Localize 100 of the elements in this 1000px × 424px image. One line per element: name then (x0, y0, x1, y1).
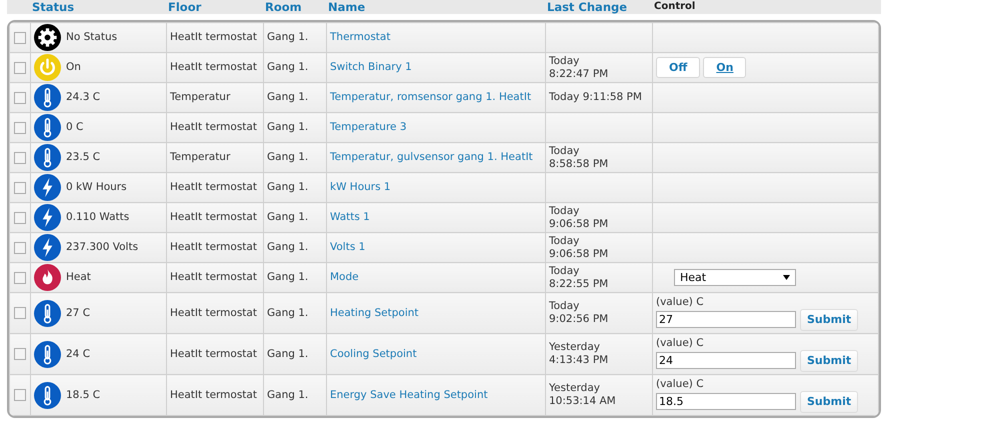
floor-text: HeatIt termostat (170, 306, 257, 318)
column-header: Control (653, 0, 696, 14)
room-text: Gang 1. (267, 211, 308, 223)
submit-button[interactable]: Submit (800, 308, 858, 330)
floor-text: Temperatur (170, 151, 230, 163)
room-text: Gang 1. (267, 388, 308, 400)
status-text: 0 kW Hours (66, 181, 127, 194)
device-link[interactable]: Thermostat (330, 31, 390, 43)
floor-text: HeatIt termostat (170, 31, 257, 43)
caret-icon (783, 275, 790, 280)
switch-button[interactable]: On (703, 57, 746, 78)
floor-text: HeatIt termostat (170, 388, 257, 400)
status-text: Heat (66, 271, 91, 284)
power-icon (34, 54, 61, 81)
lightning-icon (34, 234, 61, 261)
room-text: Gang 1. (267, 241, 308, 253)
timestamp-text: Today (549, 300, 580, 313)
thermometer-icon (34, 84, 61, 111)
thermometer-icon (34, 340, 61, 368)
thermometer-icon (34, 382, 61, 408)
row-checkbox[interactable] (14, 122, 26, 134)
switch-button[interactable]: Off (656, 57, 700, 78)
thermometer-icon (34, 114, 61, 141)
room-text: Gang 1. (267, 151, 308, 163)
floor-text: Temperatur (170, 91, 230, 103)
floor-text: HeatIt termostat (170, 121, 257, 133)
timestamp-text: Yesterday (549, 382, 601, 395)
device-link[interactable]: kW Hours 1 (330, 181, 391, 193)
status-text: 23.5 C (66, 151, 100, 164)
room-text: Gang 1. (267, 121, 308, 133)
room-text: Gang 1. (267, 271, 308, 283)
device-link[interactable]: Mode (330, 271, 359, 283)
row-checkbox[interactable] (14, 307, 26, 319)
room-text: Gang 1. (267, 306, 308, 318)
row-checkbox[interactable] (14, 348, 26, 360)
row-checkbox[interactable] (14, 242, 26, 254)
status-text: 18.5 C (66, 388, 100, 402)
row-checkbox[interactable] (14, 212, 26, 224)
lightning-icon (34, 204, 61, 231)
device-link[interactable]: Volts 1 (330, 241, 366, 253)
floor-text: HeatIt termostat (170, 61, 257, 73)
status-text: 0.110 Watts (66, 211, 130, 224)
row-checkbox[interactable] (14, 32, 26, 44)
floor-text: HeatIt termostat (170, 271, 257, 283)
column-header[interactable]: Room (263, 0, 326, 14)
device-link[interactable]: Temperature 3 (330, 121, 407, 133)
device-link[interactable]: Switch Binary 1 (330, 61, 412, 73)
column-header[interactable]: Floor (166, 0, 263, 14)
status-text: On (66, 61, 81, 74)
field-label: (value) C (656, 378, 705, 390)
floor-text: HeatIt termostat (170, 348, 257, 360)
timestamp-text: 10:53:14 AM (549, 395, 617, 408)
device-link[interactable]: Heating Setpoint (330, 306, 419, 318)
room-text: Gang 1. (267, 31, 308, 43)
status-text: 0 C (66, 121, 84, 134)
gear-icon (34, 24, 61, 51)
flame-icon (34, 264, 61, 291)
column-header[interactable]: Last Change (545, 0, 652, 14)
device-link[interactable]: Cooling Setpoint (330, 348, 417, 360)
timestamp-text: Today (549, 264, 580, 278)
timestamp-text: Today (549, 234, 580, 248)
timestamp-text: 9:06:58 PM (549, 218, 610, 230)
submit-button[interactable]: Submit (800, 390, 858, 412)
row-checkbox[interactable] (14, 62, 26, 74)
thermometer-icon (34, 300, 61, 326)
floor-text: HeatIt termostat (170, 241, 257, 253)
value-input[interactable]: 24 (656, 352, 796, 369)
status-text: 24 C (66, 348, 90, 360)
row-checkbox[interactable] (14, 389, 26, 401)
timestamp-text: Today (549, 144, 580, 158)
timestamp-text: 8:22:55 PM (549, 278, 610, 290)
row-checkbox[interactable] (14, 92, 26, 104)
lightning-icon (34, 174, 61, 201)
submit-button[interactable]: Submit (800, 350, 858, 372)
floor-text: HeatIt termostat (170, 211, 257, 223)
timestamp-text: Today 9:11:58 PM (549, 91, 643, 104)
status-text: No Status (66, 31, 118, 44)
device-link[interactable]: Watts 1 (330, 211, 370, 223)
mode-dropdown[interactable]: Heat (674, 269, 796, 286)
timestamp-text: 8:58:58 PM (549, 158, 610, 170)
field-label: (value) C (656, 336, 705, 350)
column-header[interactable]: Name (326, 0, 545, 14)
value-input[interactable]: 27 (656, 311, 796, 328)
row-checkbox[interactable] (14, 182, 26, 194)
timestamp-text: Today (549, 54, 580, 68)
thermometer-icon (34, 144, 61, 171)
status-text: 24.3 C (66, 91, 100, 104)
value-input[interactable]: 18.5 (656, 393, 796, 410)
timestamp-text: Today (549, 204, 580, 218)
row-checkbox[interactable] (14, 152, 26, 164)
status-text: 27 C (66, 306, 90, 320)
timestamp-text: 9:06:58 PM (549, 248, 610, 260)
timestamp-text: 4:13:43 PM (549, 354, 610, 367)
field-label: (value) C (656, 296, 705, 308)
column-header[interactable]: Status (30, 0, 166, 14)
room-text: Gang 1. (267, 181, 308, 193)
row-checkbox[interactable] (14, 272, 26, 284)
timestamp-text: 8:22:47 PM (549, 68, 610, 80)
room-text: Gang 1. (267, 61, 308, 73)
timestamp-text: Yesterday (549, 341, 601, 354)
